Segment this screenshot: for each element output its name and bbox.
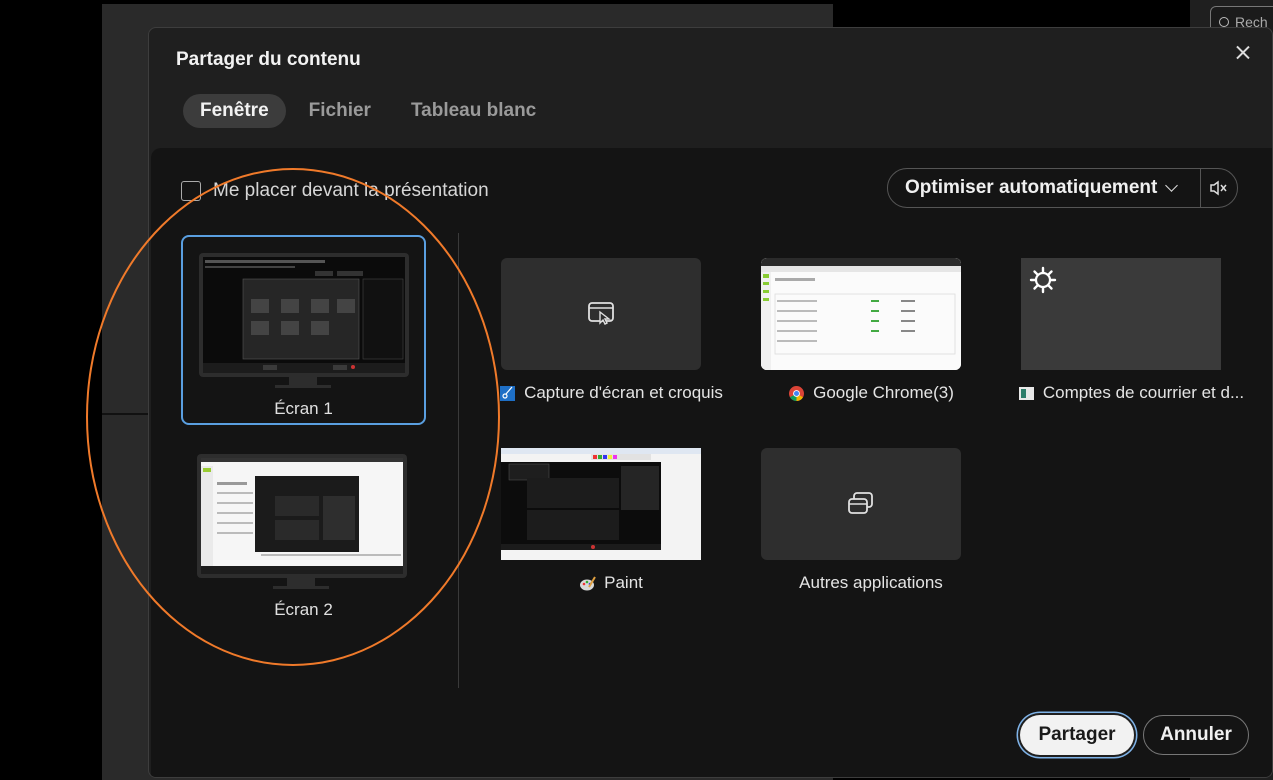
presenter-overlay-checkbox[interactable] <box>181 181 201 201</box>
monitor-base <box>275 385 331 388</box>
audio-mute-button[interactable] <box>1200 169 1237 207</box>
screen-1-card[interactable]: Écran 1 <box>181 235 426 425</box>
share-window-icon <box>588 302 614 325</box>
screen-2-preview <box>197 454 407 578</box>
optimize-dropdown-group: Optimiser automatiquement <box>887 168 1238 208</box>
mail-accounts-icon <box>1018 386 1034 400</box>
snipping-tool-icon <box>500 385 516 401</box>
section-divider <box>458 233 459 688</box>
content-panel: Me placer devant la présentation Optimis… <box>151 148 1272 777</box>
chevron-down-icon <box>1165 179 1179 192</box>
speaker-muted-icon <box>1210 180 1227 196</box>
app-thumbnail <box>761 448 961 560</box>
monitor-stand <box>287 578 315 586</box>
close-icon[interactable] <box>1234 44 1252 62</box>
screen-1-preview <box>199 253 409 377</box>
app-label-row: Google Chrome(3) <box>741 383 1001 403</box>
app-thumbnail <box>1021 258 1221 370</box>
background-left <box>0 0 102 780</box>
cancel-button[interactable]: Annuler <box>1143 715 1249 755</box>
search-icon <box>1219 17 1229 27</box>
app-thumbnail <box>501 448 701 560</box>
share-content-dialog: Partager du contenu Fenêtre Fichier Tabl… <box>148 27 1273 778</box>
app-name: Autres applications <box>799 573 943 592</box>
tab-file[interactable]: Fichier <box>292 94 388 128</box>
screen-2-label: Écran 2 <box>274 600 333 619</box>
monitor-stand <box>289 377 317 385</box>
tab-whiteboard[interactable]: Tableau blanc <box>394 94 553 128</box>
dialog-title: Partager du contenu <box>176 49 361 70</box>
background-divider <box>102 413 148 415</box>
presenter-overlay-option[interactable]: Me placer devant la présentation <box>181 180 489 202</box>
paint-icon <box>580 575 596 590</box>
app-name: Comptes de courrier et d... <box>1042 383 1245 402</box>
screen-2-card[interactable]: Écran 2 <box>181 440 426 630</box>
app-name: Google Chrome(3) <box>813 383 954 402</box>
app-label-row: Capture d'écran et croquis <box>481 383 741 403</box>
app-label-row: Paint <box>481 573 741 593</box>
tab-window[interactable]: Fenêtre <box>183 94 286 128</box>
tab-bar: Fenêtre Fichier Tableau blanc <box>183 94 553 128</box>
monitor-base <box>273 586 329 589</box>
app-label-row: Comptes de courrier et d... <box>1001 383 1261 403</box>
gear-icon <box>1029 266 1057 294</box>
app-label-row: Autres applications <box>741 573 1001 593</box>
app-name: Paint <box>604 573 643 592</box>
screen-1-label: Écran 1 <box>274 399 333 418</box>
app-thumbnail <box>501 258 701 370</box>
optimize-dropdown[interactable]: Optimiser automatiquement <box>888 169 1200 207</box>
share-button[interactable]: Partager <box>1020 715 1134 755</box>
optimize-label: Optimiser automatiquement <box>905 177 1158 198</box>
chrome-icon <box>789 385 805 401</box>
app-thumbnail <box>761 258 961 370</box>
other-apps-icon <box>848 492 873 514</box>
presenter-overlay-label: Me placer devant la présentation <box>213 180 489 201</box>
app-name: Capture d'écran et croquis <box>524 383 723 402</box>
